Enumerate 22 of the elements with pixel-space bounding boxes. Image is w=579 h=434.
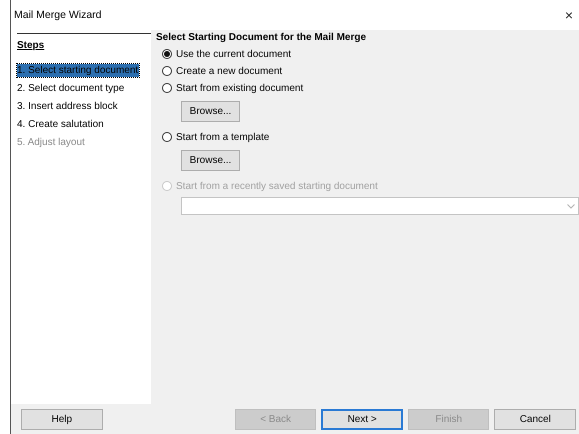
wizard-button[interactable]: Help (21, 408, 103, 430)
page-heading: Select Starting Document for the Mail Merge (156, 32, 366, 43)
caret-icon (567, 204, 575, 208)
browse-button[interactable]: Browse... (181, 150, 240, 171)
radio-option[interactable]: Start from existing document (162, 82, 304, 94)
step-item[interactable]: 4. Create salutation (17, 118, 105, 131)
step-item[interactable]: 3. Insert address block (17, 100, 119, 113)
browse-button[interactable]: Browse... (181, 101, 240, 122)
radio-button[interactable] (162, 83, 172, 93)
steps-heading: Steps (17, 40, 44, 51)
radio-option[interactable]: Create a new document (162, 65, 282, 77)
step-item[interactable]: 2. Select document type (17, 82, 126, 95)
radio-option[interactable]: Start from a template (162, 131, 270, 143)
close-button[interactable]: × (562, 7, 575, 23)
radio-option[interactable]: Use the current document (162, 48, 292, 60)
wizard-button[interactable]: Cancel (494, 408, 576, 430)
radio-button[interactable] (162, 132, 172, 142)
wizard-button[interactable]: Next > (321, 408, 403, 430)
window-title: Mail Merge Wizard (14, 9, 102, 21)
step-item[interactable]: 1. Select starting document (17, 64, 140, 77)
radio-button[interactable] (162, 66, 172, 76)
radio-button[interactable] (162, 49, 172, 59)
